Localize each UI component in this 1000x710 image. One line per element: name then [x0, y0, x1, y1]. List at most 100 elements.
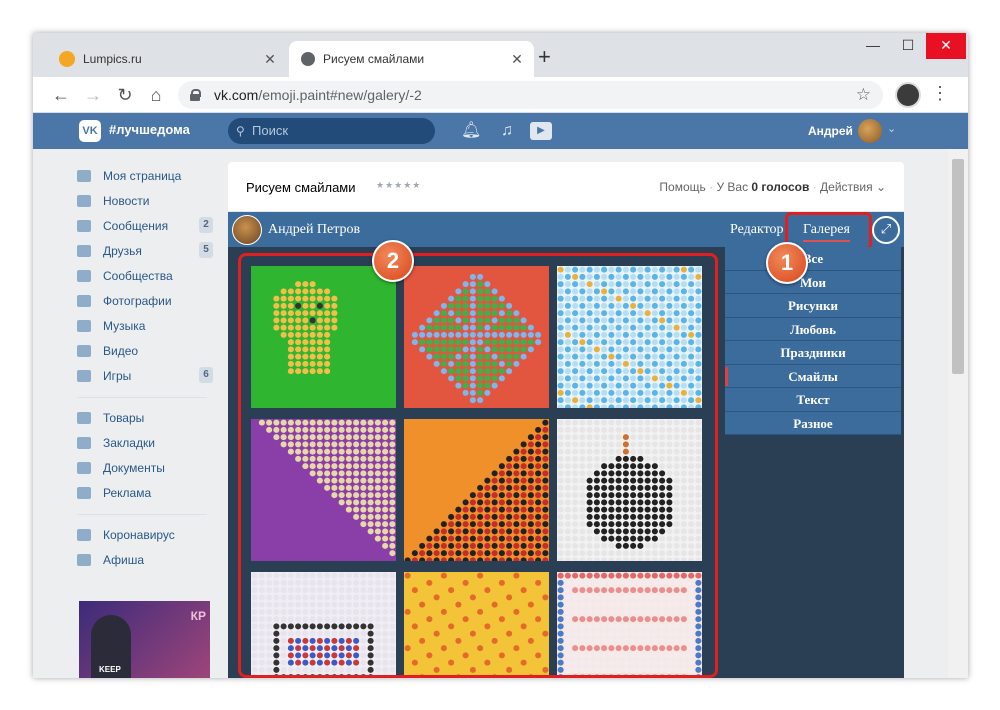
category-item[interactable]: Текст — [725, 388, 901, 412]
annotation-badge-2: 2 — [372, 240, 414, 282]
tab-lumpics[interactable]: Lumpics.ru ✕ — [47, 41, 287, 77]
close-tab-icon[interactable]: ✕ — [506, 51, 528, 68]
vk-logo-icon[interactable]: VK — [79, 120, 101, 142]
close-window-button[interactable]: ✕ — [926, 33, 966, 59]
sidebar-item-communities[interactable]: Сообщества — [77, 263, 217, 288]
sidebar-item-video[interactable]: Видео — [77, 338, 217, 363]
category-item[interactable]: Рисунки — [725, 294, 901, 318]
lumpics-favicon-icon — [59, 51, 75, 67]
back-arrow-icon[interactable]: ← — [49, 83, 73, 107]
promo-shirt-text: KEEP — [99, 665, 121, 674]
browser-window: Lumpics.ru ✕ Рисуем смайлами ✕ + — ☐ ✕ ←… — [33, 33, 968, 678]
category-item[interactable]: Мои — [725, 270, 901, 294]
browser-toolbar: ← → ↻ ⌂ vk.com/emoji.paint#new/galery/-2… — [33, 77, 968, 113]
home-icon[interactable]: ⌂ — [144, 83, 168, 107]
fullscreen-icon[interactable]: ⤢ — [872, 216, 900, 244]
category-item[interactable]: Все — [725, 247, 901, 271]
sidebar-item-games[interactable]: Игры 6 — [77, 363, 217, 388]
category-item[interactable]: Любовь — [725, 317, 901, 341]
tab-bar: Lumpics.ru ✕ Рисуем смайлами ✕ + — ☐ ✕ — [33, 33, 968, 77]
gallery-thumbnail[interactable] — [404, 266, 549, 408]
promo-banner[interactable]: КР KEEP — [79, 601, 210, 678]
chevron-down-icon[interactable]: ⌄ — [876, 180, 886, 194]
forward-arrow-icon[interactable]: → — [81, 83, 105, 107]
category-item[interactable]: Праздники — [725, 341, 901, 365]
gallery-thumbnail[interactable] — [251, 266, 396, 408]
address-bar[interactable]: vk.com/emoji.paint#new/galery/-2 ☆ — [178, 81, 883, 109]
tab-editor[interactable]: Редактор — [730, 222, 784, 238]
profile-avatar[interactable] — [895, 82, 921, 108]
author-avatar[interactable] — [232, 215, 262, 245]
play-icon[interactable]: ▶ — [530, 122, 552, 140]
menu-divider — [77, 397, 207, 398]
search-icon: ⚲ — [236, 124, 245, 138]
gallery-thumbnail[interactable] — [404, 572, 549, 675]
vk-hashtag[interactable]: #лучшедома — [109, 122, 190, 137]
sidebar-item-goods[interactable]: Товары — [77, 405, 217, 430]
sidebar-item-my-page[interactable]: Моя страница — [77, 163, 217, 188]
star-icon — [77, 436, 91, 449]
gallery-thumbnail[interactable] — [557, 266, 702, 408]
search-input[interactable]: ⚲ Поиск — [228, 118, 435, 144]
tab-emoji-paint[interactable]: Рисуем смайлами ✕ — [289, 41, 534, 77]
menu-divider — [77, 514, 207, 515]
help-link[interactable]: Помощь — [659, 180, 705, 194]
vk-page: VK #лучшедома ⚲ Поиск 🔔︎ ♫ ▶ Андрей ⌄ Мо… — [33, 113, 968, 678]
scrollbar-thumb[interactable] — [952, 159, 964, 374]
chevron-down-icon[interactable]: ⌄ — [887, 122, 896, 135]
gallery-thumbnail[interactable] — [251, 419, 396, 561]
category-item[interactable]: Разное — [725, 411, 901, 435]
music-note-icon[interactable]: ♫ — [501, 121, 513, 141]
communities-icon — [77, 269, 91, 282]
sidebar-item-coronavirus[interactable]: Коронавирус — [77, 522, 217, 547]
category-item[interactable]: Смайлы — [725, 364, 901, 388]
app-title: Рисуем смайлами — [246, 180, 356, 195]
actions-menu[interactable]: Действия — [820, 180, 873, 194]
rating-stars: ★★★★★ — [376, 180, 422, 190]
document-icon — [77, 461, 91, 474]
gallery-thumbnail[interactable] — [557, 419, 702, 561]
sidebar-item-bookmarks[interactable]: Закладки — [77, 430, 217, 455]
category-list: Все Мои Рисунки Любовь Праздники Смайлы Текст Р… — [725, 247, 901, 435]
reload-icon[interactable]: ↻ — [113, 83, 137, 107]
gallery-thumbnail[interactable] — [404, 419, 549, 561]
author-name[interactable]: Андрей Петров — [268, 222, 360, 238]
gallery-thumbnail[interactable] — [251, 572, 396, 675]
sidebar-item-ads[interactable]: Реклама — [77, 480, 217, 505]
gallery-highlight-frame — [238, 253, 718, 678]
music-icon — [77, 319, 91, 332]
app-links: Помощь · У Вас 0 голосов · Действия ⌄ — [659, 180, 886, 194]
emoji-paint-app: Андрей Петров Редактор Галерея ⤢ Все Мои Р… — [228, 212, 904, 678]
sidebar-item-afisha[interactable]: Афиша — [77, 547, 217, 572]
browser-menu-icon[interactable]: ⋮ — [931, 83, 949, 104]
avatar[interactable] — [858, 119, 882, 143]
app-header: Рисуем смайлами ★★★★★ Помощь · У Вас 0 г… — [228, 162, 904, 212]
close-tab-icon[interactable]: ✕ — [259, 51, 281, 68]
home-icon — [77, 169, 91, 182]
sidebar-item-messages[interactable]: Сообщения 2 — [77, 213, 217, 238]
user-name[interactable]: Андрей — [808, 124, 853, 138]
votes-prefix: У Вас — [716, 180, 749, 194]
promo-corner-text: КР — [190, 609, 206, 623]
virus-icon — [77, 528, 91, 541]
video-icon — [77, 344, 91, 357]
sidebar-item-news[interactable]: Новости — [77, 188, 217, 213]
sidebar-item-friends[interactable]: Друзья 5 — [77, 238, 217, 263]
bell-icon[interactable]: 🔔︎ — [461, 121, 481, 141]
megaphone-icon — [77, 486, 91, 499]
news-icon — [77, 194, 91, 207]
sidebar-item-documents[interactable]: Документы — [77, 455, 217, 480]
bookmark-star-icon[interactable]: ☆ — [856, 85, 871, 105]
vk-header: VK #лучшедома ⚲ Поиск 🔔︎ ♫ ▶ Андрей ⌄ — [33, 113, 968, 149]
sidebar-item-music[interactable]: Музыка — [77, 313, 217, 338]
messages-icon — [77, 219, 91, 232]
tab-title: Lumpics.ru — [83, 52, 142, 66]
new-tab-button[interactable]: + — [538, 46, 551, 68]
gallery-thumbnail[interactable] — [557, 572, 702, 675]
sidebar-item-photos[interactable]: Фотографии — [77, 288, 217, 313]
globe-favicon-icon — [301, 52, 315, 66]
minimize-button[interactable]: — — [856, 33, 890, 59]
afisha-icon — [77, 553, 91, 566]
page-scrollbar[interactable] — [948, 149, 968, 678]
maximize-button[interactable]: ☐ — [891, 33, 925, 59]
